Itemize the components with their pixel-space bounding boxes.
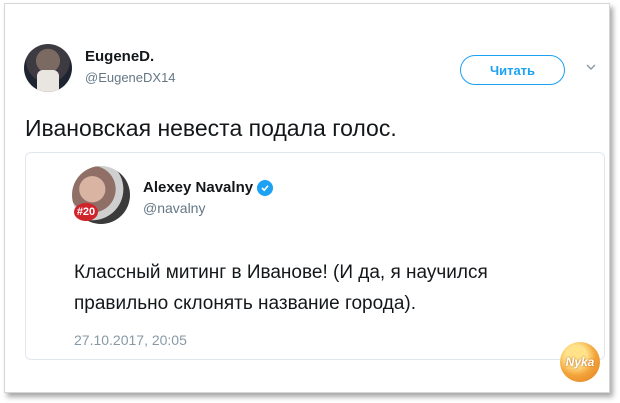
quoted-tweet-date[interactable]: 27.10.2017, 20:05 [74, 332, 187, 348]
author-handle[interactable]: @EugeneDX14 [85, 70, 176, 85]
quoted-author-handle[interactable]: @navalny [143, 200, 205, 216]
quoted-tweet-text: Классный митинг в Иванове! (И да, я науч… [74, 257, 594, 319]
quoted-author-name-row[interactable]: Alexey Navalny [143, 179, 274, 196]
quoted-text-line: правильно склонять название города). [74, 293, 417, 314]
watermark-logo: Nyka [560, 342, 600, 382]
chevron-down-icon[interactable] [586, 62, 596, 72]
quoted-tweet[interactable]: #20 Alexey Navalny @navalny Классный мит… [25, 152, 605, 360]
author-name[interactable]: EugeneD. [85, 48, 154, 65]
tweet-card: EugeneD. @EugeneDX14 Читать Ивановская н… [4, 3, 610, 393]
follow-button[interactable]: Читать [460, 55, 565, 85]
quoted-text-line: Классный митинг в Иванове! (И да, я науч… [74, 262, 488, 283]
verified-badge-icon [257, 179, 274, 196]
quoted-author-name[interactable]: Alexey Navalny [143, 179, 253, 196]
avatar-badge: #20 [74, 203, 98, 221]
tweet-text: Ивановская невеста подала голос. [25, 115, 397, 141]
author-avatar[interactable] [24, 44, 72, 92]
